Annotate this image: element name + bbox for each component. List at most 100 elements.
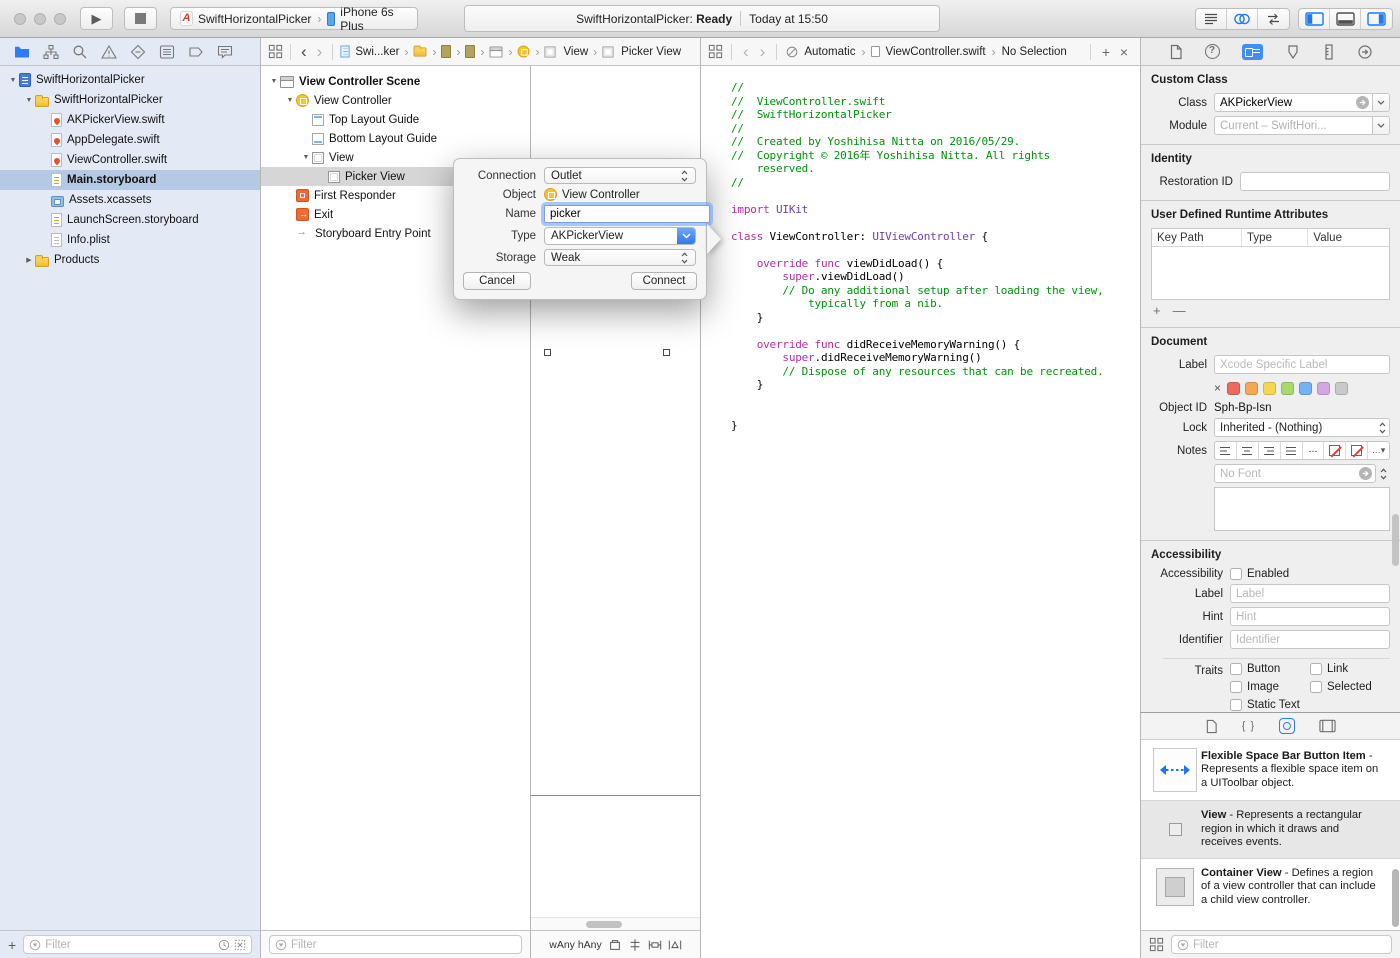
checkbox[interactable] [1230,699,1242,711]
scheme-selector[interactable]: A SwiftHorizontalPicker › iPhone 6s Plus [170,7,418,30]
zoom-window-button[interactable] [54,13,66,25]
color-swatch[interactable] [1335,382,1348,395]
library-item-flexible-space-bar-button-item[interactable]: Flexible Space Bar Button Item - Represe… [1141,740,1400,800]
trait-image[interactable]: Image [1230,681,1310,693]
align-justify-icon[interactable] [1281,442,1303,459]
nav-item-assets-xcassets[interactable]: Assets.xcassets [0,190,260,210]
font-input[interactable] [1220,465,1359,482]
code-line[interactable] [731,243,1140,257]
module-dropdown-button[interactable] [1372,117,1389,134]
align-center-icon[interactable] [1237,442,1259,459]
scene-icon[interactable] [490,46,503,57]
trait-selected[interactable]: Selected [1310,681,1390,693]
standard-editor-button[interactable] [1196,9,1227,29]
code-line[interactable]: // [731,176,1140,190]
connections-inspector-tab-icon[interactable] [1357,44,1373,60]
resolve-autolayout-button[interactable] [668,938,682,952]
grid-view-icon[interactable] [1149,937,1164,952]
code-line[interactable]: class ViewController: UIViewController { [731,230,1140,244]
forward-button[interactable]: › [757,43,769,60]
jumpbar-scope[interactable]: Automatic [804,46,855,58]
align-left-icon[interactable] [1215,442,1237,459]
jumpbar-selection[interactable]: No Selection [1002,46,1067,58]
selection-handle[interactable] [663,349,670,356]
notes-text-area[interactable] [1214,487,1390,531]
selection-handle[interactable] [544,349,551,356]
checkbox[interactable] [1310,681,1322,693]
close-assistant-editor-button[interactable]: × [1118,45,1130,59]
code-line[interactable]: // Copyright © 2016年 Yoshihisa Nitta. Al… [731,149,1140,163]
disclosure-triangle[interactable]: ▼ [7,77,19,84]
forward-button[interactable]: › [314,43,326,60]
back-button[interactable]: ‹ [740,43,752,60]
restoration-id-field[interactable] [1240,172,1390,191]
no-wrap-icon[interactable]: --- [1303,442,1325,459]
code-line[interactable]: super.didReceiveMemoryWarning() [731,351,1140,365]
disclosure-triangle[interactable]: ▼ [23,97,35,104]
nav-item-products[interactable]: ▶Products [0,250,260,270]
storage-select[interactable]: Weak [544,249,696,266]
runtime-attributes-table[interactable]: Key Path Type Value [1151,228,1390,300]
quick-help-inspector-tab-icon[interactable]: ? [1205,44,1220,59]
color-swatch[interactable] [1227,382,1240,395]
back-button[interactable]: ‹ [298,43,310,60]
report-navigator-icon[interactable] [217,44,233,60]
code-line[interactable]: // ViewController.swift [731,95,1140,109]
lock-select[interactable]: Inherited - (Nothing) [1214,418,1390,437]
code-line[interactable]: reserved. [731,162,1140,176]
size-inspector-tab-icon[interactable] [1323,44,1335,60]
code-line[interactable] [731,189,1140,203]
inspector-scrollbar-thumb[interactable] [1392,514,1399,566]
identifier-input[interactable] [1236,631,1389,648]
outlet-name-input[interactable] [544,205,710,223]
hint-field[interactable] [1230,607,1390,626]
outline-item-view-controller[interactable]: ▼View Controller [261,91,530,110]
jumpbar-file[interactable]: ViewController.swift [885,46,985,58]
document-label-input[interactable] [1220,356,1389,373]
localization-file-icon[interactable] [465,45,475,58]
unsaved-files-icon[interactable] [234,939,246,951]
module-field[interactable]: Current – SwiftHori... [1214,116,1390,135]
enabled-checkbox[interactable] [1230,568,1242,580]
code-line[interactable]: override func viewDidLoad() { [731,257,1140,271]
nav-item-appdelegate-swift[interactable]: AppDelegate.swift [0,130,260,150]
close-window-button[interactable] [14,13,26,25]
jump-to-class-icon[interactable] [1356,96,1369,109]
code-line[interactable]: typically from a nib. [731,297,1140,311]
cancel-button[interactable]: Cancel [463,272,531,290]
type-dropdown-button[interactable] [677,228,695,244]
nav-item-swifthorizontalpicker[interactable]: ▼SwiftHorizontalPicker [0,90,260,110]
code-line[interactable] [731,392,1140,406]
remove-attribute-button[interactable]: — [1173,303,1186,318]
nav-item-launchscreen-storyboard[interactable]: LaunchScreen.storyboard [0,210,260,230]
hint-input[interactable] [1236,608,1389,625]
media-library-tab-icon[interactable] [1319,719,1336,733]
debug-navigator-icon[interactable] [159,44,175,60]
color-swatch[interactable] [1281,382,1294,395]
toggle-inspector-button[interactable] [1361,9,1392,29]
related-items-icon[interactable] [268,44,283,59]
nav-item-akpickerview-swift[interactable]: AKPickerView.swift [0,110,260,130]
code-line[interactable]: // Dispose of any resources that can be … [731,365,1140,379]
view-controller-icon[interactable] [518,46,530,58]
no-border-icon[interactable] [1346,442,1368,459]
checkbox[interactable] [1230,681,1242,693]
outline-filter-field[interactable]: Filter [269,935,522,954]
version-editor-button[interactable] [1258,9,1289,29]
code-area[interactable]: //// ViewController.swift// SwiftHorizon… [701,66,1140,432]
recent-files-icon[interactable] [218,939,230,951]
trait-static-text[interactable]: Static Text [1230,699,1310,711]
breakpoint-navigator-icon[interactable] [188,44,204,60]
font-field[interactable] [1214,464,1376,483]
identifier-field[interactable] [1230,630,1390,649]
nav-item-viewcontroller-swift[interactable]: ViewController.swift [0,150,260,170]
class-field[interactable] [1214,93,1390,112]
checkbox[interactable] [1230,663,1242,675]
code-line[interactable] [731,405,1140,419]
color-swatch[interactable] [1263,382,1276,395]
class-dropdown-button[interactable] [1372,94,1389,111]
nav-item-swifthorizontalpicker[interactable]: ▼SwiftHorizontalPicker [0,70,260,90]
document-label-field[interactable] [1214,355,1390,374]
breadcrumb-picker-view[interactable]: Picker View [621,46,681,58]
file-inspector-tab-icon[interactable] [1169,44,1183,60]
